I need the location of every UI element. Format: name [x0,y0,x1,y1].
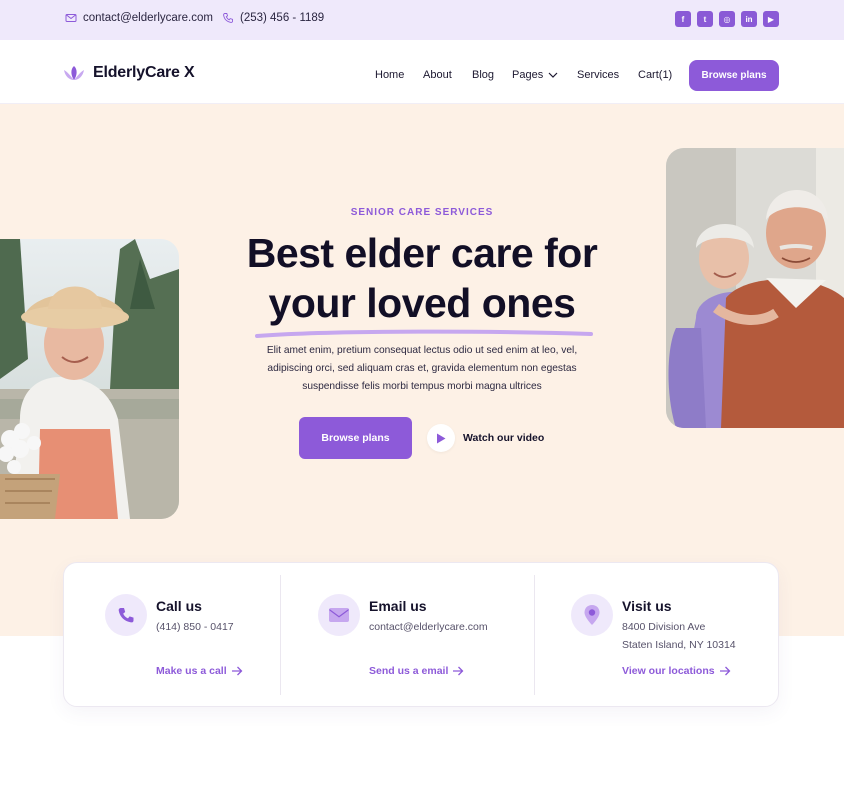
hero-headline-line-1: Best elder care for [246,230,598,276]
topbar-email[interactable]: contact@elderlycare.com [65,12,213,24]
instagram-icon[interactable]: ◎ [719,11,735,27]
hero-headline-line-2: your loved ones [268,280,576,326]
nav-services[interactable]: Services [577,69,619,81]
make-call-link[interactable]: Make us a call [156,665,243,677]
hero-description: Elit amet enim, pretium consequat lectus… [266,345,578,392]
visit-card-address-line-2: Staten Island, NY 10314 [622,639,736,651]
arrow-right-icon [719,666,730,676]
header-browse-plans-button[interactable]: Browse plans [689,60,779,91]
make-call-link-label: Make us a call [156,665,227,677]
nav-pages-dropdown[interactable]: Pages [512,69,558,81]
email-card-address: contact@elderlycare.com [369,621,488,633]
view-locations-link-label: View our locations [622,665,715,677]
topbar-email-text: contact@elderlycare.com [83,12,213,24]
call-card-title: Call us [156,598,202,614]
arrow-right-icon [453,666,464,676]
facebook-icon[interactable]: f [675,11,691,27]
phone-icon [105,594,147,636]
linkedin-icon[interactable]: in [741,11,757,27]
send-email-link[interactable]: Send us a email [369,665,464,677]
visit-card-address-line-1: 8400 Division Ave [622,621,706,633]
watch-video-label: Watch our video [463,432,545,444]
top-bar: contact@elderlycare.com (253) 456 - 1189… [0,0,844,40]
call-card-phone: (414) 850 - 0417 [156,621,234,633]
arrow-right-icon [231,666,243,676]
youtube-icon[interactable]: ▶ [763,11,779,27]
brand-name: ElderlyCare X [93,64,195,81]
visit-card: Visit us 8400 Division Ave Staten Island… [535,563,780,708]
email-card: Email us contact@elderlycare.com Send us… [281,563,534,708]
location-pin-icon [571,594,613,636]
mail-icon [318,594,360,636]
nav-blog[interactable]: Blog [472,69,494,81]
play-icon [427,424,455,452]
watch-video-link[interactable]: Watch our video [427,424,544,452]
lotus-icon [64,66,84,80]
chevron-down-icon [548,72,558,78]
nav-pages-label: Pages [512,69,544,81]
twitter-icon[interactable]: t [697,11,713,27]
nav-about[interactable]: About [423,69,452,81]
view-locations-link[interactable]: View our locations [622,665,731,677]
hero-browse-plans-button[interactable]: Browse plans [299,417,412,459]
nav-cart[interactable]: Cart(1) [638,69,672,81]
brand-logo[interactable]: ElderlyCare X [63,64,195,82]
topbar-phone-text: (253) 456 - 1189 [240,12,325,24]
site-header: ElderlyCare X Home About Blog Pages Serv… [0,40,844,104]
phone-icon [223,13,233,23]
send-email-link-label: Send us a email [369,665,449,677]
visit-card-title: Visit us [622,598,672,614]
social-links: f t ◎ in ▶ [675,11,779,27]
topbar-phone[interactable]: (253) 456 - 1189 [222,12,324,24]
mail-icon [65,14,77,22]
call-card: Call us (414) 850 - 0417 Make us a call [64,563,280,708]
headline-underline-decoration [255,329,593,338]
hero-section: SENIOR CARE SERVICES Best elder care for… [0,104,844,636]
hero-headline: Best elder care for your loved ones [0,228,844,328]
hero-eyebrow: SENIOR CARE SERVICES [350,207,494,218]
contact-cards: Call us (414) 850 - 0417 Make us a call … [63,562,779,707]
nav-home[interactable]: Home [375,69,404,81]
email-card-title: Email us [369,598,427,614]
